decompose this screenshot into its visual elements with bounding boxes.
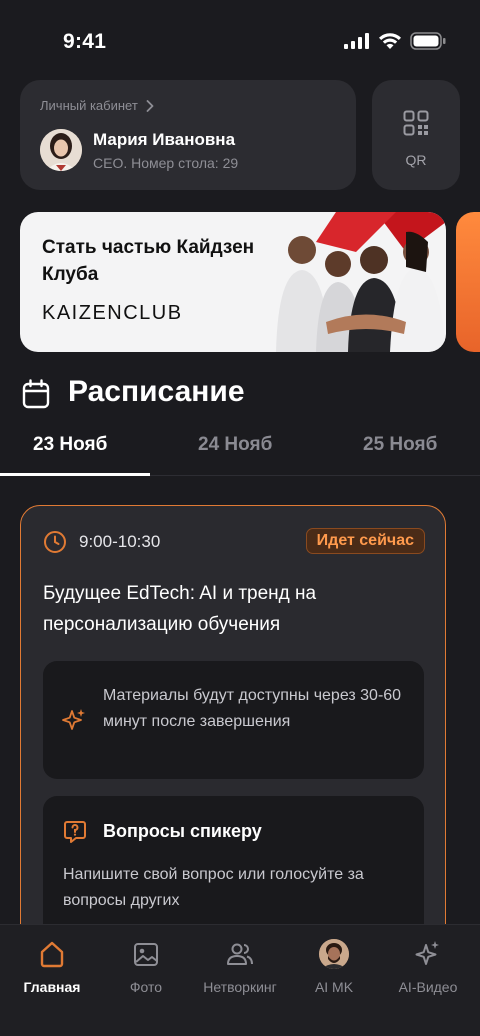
tab-23-nov[interactable]: 23 Нояб (33, 434, 107, 456)
profile-name: Мария Ивановна (93, 130, 236, 149)
question-bubble-icon (64, 821, 86, 843)
questions-text: Напишите свой вопрос или голосуйте за во… (63, 866, 364, 909)
schedule-title: Расписание (68, 375, 245, 408)
home-icon (40, 941, 64, 968)
tab-24-nov[interactable]: 24 Нояб (198, 434, 272, 456)
avatar (319, 939, 349, 969)
sparkle-icon (415, 941, 439, 965)
status-time: 9:41 (63, 30, 107, 53)
profile-subtitle: CEO. Номер стола: 29 (93, 155, 239, 171)
calendar-icon (22, 379, 50, 409)
promo-banner[interactable]: Стать частью Кайдзен Клуба KAIZENCLUB (20, 212, 446, 352)
bottom-nav: Главная Фото Нетворкинг AI MK AI-Видео (0, 924, 480, 1036)
materials-note-text: Материалы будут доступны через 30-60 мин… (103, 687, 402, 730)
nav-networking[interactable]: Нетворкинг (192, 939, 288, 995)
nav-ai-video-label: AI-Видео (398, 979, 458, 995)
signal-icon (344, 33, 369, 49)
clock-icon (44, 531, 66, 553)
nav-ai-mk-label: AI MK (314, 979, 354, 995)
active-tab-indicator (0, 473, 150, 476)
people-icon (227, 943, 253, 965)
status-bar: 9:41 (0, 0, 480, 80)
qr-button[interactable]: QR (372, 80, 460, 190)
profile-link-label: Личный кабинет (40, 98, 138, 113)
status-badge: Идет сейчас (305, 528, 425, 554)
banner-logo: KAIZENCLUB (42, 302, 183, 324)
chevron-right-icon (146, 99, 154, 112)
materials-note: Материалы будут доступны через 30-60 мин… (43, 661, 424, 779)
banner-photo (276, 212, 446, 352)
banner-title: Стать частью Кайдзен Клуба (42, 237, 255, 285)
avatar (40, 129, 82, 171)
session-card[interactable]: 9:00-10:30 Идет сейчас Будущее EdTech: A… (20, 505, 446, 966)
profile-link[interactable]: Личный кабинет (40, 98, 154, 113)
nav-ai-video[interactable]: AI-Видео (380, 939, 476, 995)
session-time-row: 9:00-10:30 (43, 530, 160, 554)
battery-icon (410, 32, 446, 50)
nav-home[interactable]: Главная (4, 939, 100, 995)
status-icons (344, 32, 446, 50)
nav-photo-label: Фото (129, 979, 163, 995)
nav-ai-mk[interactable]: AI MK (286, 939, 382, 995)
nav-photo[interactable]: Фото (98, 939, 194, 995)
nav-networking-label: Нетворкинг (203, 979, 277, 995)
sparkle-icon (62, 709, 85, 730)
photo-icon (134, 943, 158, 966)
session-title: Будущее EdTech: AI и тренд на персонализ… (43, 583, 317, 635)
questions-title: Вопросы спикеру (103, 821, 262, 841)
tab-25-nov[interactable]: 25 Нояб (363, 434, 437, 456)
qr-label: QR (405, 152, 427, 168)
wifi-icon (379, 32, 401, 49)
session-time: 9:00-10:30 (79, 532, 161, 551)
qr-icon (403, 110, 429, 136)
date-tabs: 23 Нояб 24 Нояб 25 Нояб (0, 420, 480, 476)
next-banner-peek[interactable] (456, 212, 480, 352)
nav-home-label: Главная (23, 979, 81, 995)
